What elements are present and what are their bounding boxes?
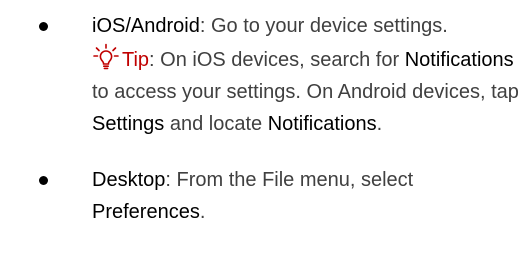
bullet-icon <box>39 176 48 185</box>
tip-callout: Tip: On iOS devices, search for Notifica… <box>92 42 526 140</box>
tip-text: : On iOS devices, search for <box>149 49 405 71</box>
list-item-desktop: Desktop: From the File menu, select Pref… <box>0 164 530 228</box>
notifications-term: Notifications <box>267 113 377 135</box>
list-item-ios-android: iOS/Android: Go to your device settings.… <box>0 10 530 140</box>
item-text: : From the File menu, select <box>165 169 414 191</box>
platform-term: Desktop <box>92 169 166 191</box>
preferences-term: Preferences <box>92 201 200 223</box>
lightbulb-icon <box>93 43 119 70</box>
settings-term: Settings <box>92 113 165 135</box>
tip-text: and locate <box>164 113 268 135</box>
item-text: . <box>199 201 206 223</box>
instructions-list: iOS/Android: Go to your device settings.… <box>0 10 530 228</box>
tip-text: to access your settings. On Android devi… <box>92 81 519 103</box>
item-text: : Go to your device settings. <box>199 15 448 37</box>
platform-term: iOS/Android <box>92 15 200 37</box>
tip-label: Tip <box>122 49 150 71</box>
tip-text: . <box>376 113 383 135</box>
bullet-icon <box>39 22 48 31</box>
notifications-term: Notifications <box>404 49 514 71</box>
